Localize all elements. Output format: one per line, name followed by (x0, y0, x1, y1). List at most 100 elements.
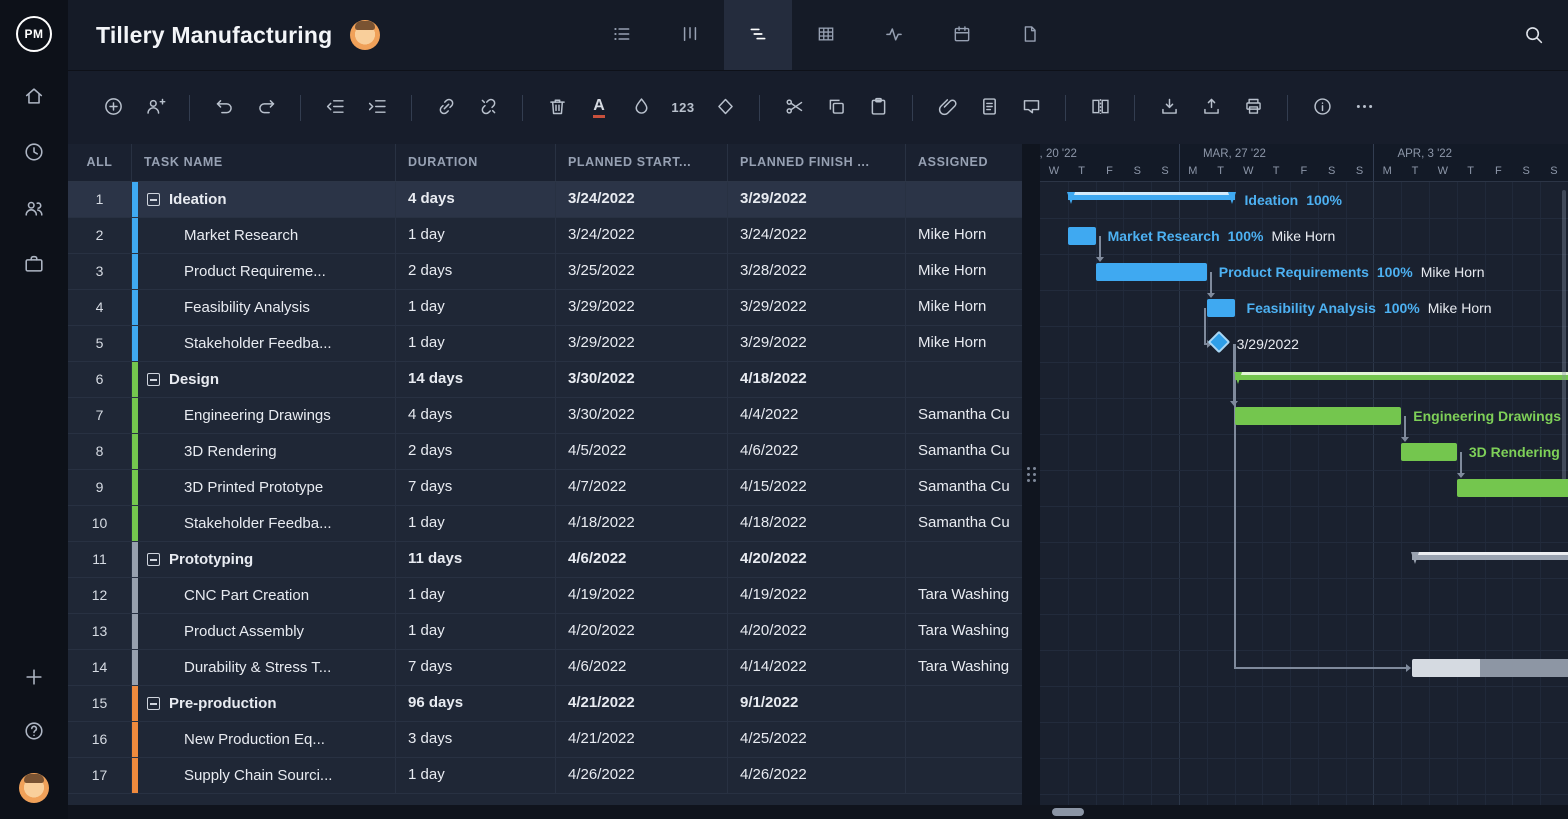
planned-start-cell[interactable]: 4/21/2022 (556, 722, 728, 757)
collapse-toggle-icon[interactable] (147, 553, 160, 566)
row-number[interactable]: 9 (68, 470, 132, 505)
sidebar-add-button[interactable] (21, 665, 47, 691)
unlink-tasks-button[interactable] (470, 90, 506, 126)
planned-start-cell[interactable]: 4/6/2022 (556, 542, 728, 577)
planned-start-cell[interactable]: 4/21/2022 (556, 686, 728, 721)
planned-finish-cell[interactable]: 4/14/2022 (728, 650, 906, 685)
planned-finish-cell[interactable]: 4/15/2022 (728, 470, 906, 505)
duration-cell[interactable]: 4 days (396, 182, 556, 217)
collapse-toggle-icon[interactable] (147, 697, 160, 710)
row-number[interactable]: 16 (68, 722, 132, 757)
duration-cell[interactable]: 2 days (396, 254, 556, 289)
more-options-button[interactable] (1346, 90, 1382, 126)
table-row[interactable]: 1Ideation4 days3/24/20223/29/2022 (68, 182, 1022, 218)
assigned-cell[interactable] (906, 758, 1022, 793)
gantt-task-bar[interactable] (1412, 659, 1568, 677)
assigned-cell[interactable]: Tara Washing (906, 578, 1022, 613)
row-number[interactable]: 3 (68, 254, 132, 289)
table-row[interactable]: 3Product Requireme...2 days3/25/20223/28… (68, 254, 1022, 290)
planned-finish-cell[interactable]: 4/18/2022 (728, 362, 906, 397)
assigned-cell[interactable]: Tara Washing (906, 650, 1022, 685)
print-button[interactable] (1235, 90, 1271, 126)
duration-cell[interactable]: 7 days (396, 470, 556, 505)
duration-cell[interactable]: 7 days (396, 650, 556, 685)
planned-start-cell[interactable]: 4/6/2022 (556, 650, 728, 685)
duration-cell[interactable]: 96 days (396, 686, 556, 721)
planned-finish-cell[interactable]: 9/1/2022 (728, 686, 906, 721)
redo-button[interactable] (248, 90, 284, 126)
gantt-task-bar[interactable] (1457, 479, 1568, 497)
duration-cell[interactable]: 4 days (396, 398, 556, 433)
collapse-toggle-icon[interactable] (147, 373, 160, 386)
task-name-cell[interactable]: New Production Eq... (132, 722, 396, 757)
table-row[interactable]: 7Engineering Drawings4 days3/30/20224/4/… (68, 398, 1022, 434)
planned-start-cell[interactable]: 4/26/2022 (556, 758, 728, 793)
row-number[interactable]: 4 (68, 290, 132, 325)
task-name-cell[interactable]: Design (132, 362, 396, 397)
pm-logo[interactable]: PM (16, 16, 52, 52)
project-owner-avatar[interactable] (350, 20, 380, 50)
duration-cell[interactable]: 1 day (396, 614, 556, 649)
assigned-cell[interactable] (906, 542, 1022, 577)
project-title[interactable]: Tillery Manufacturing (96, 22, 332, 49)
duration-cell[interactable]: 14 days (396, 362, 556, 397)
table-row[interactable]: 16New Production Eq...3 days4/21/20224/2… (68, 722, 1022, 758)
indent-button[interactable] (359, 90, 395, 126)
attachment-button[interactable] (929, 90, 965, 126)
planned-start-cell[interactable]: 3/29/2022 (556, 326, 728, 361)
column-header-start[interactable]: PLANNED START... (556, 144, 728, 181)
number-format-button[interactable]: 123 (665, 90, 701, 126)
table-row[interactable]: 6Design14 days3/30/20224/18/2022 (68, 362, 1022, 398)
row-number[interactable]: 2 (68, 218, 132, 253)
table-row[interactable]: 5Stakeholder Feedba...1 day3/29/20223/29… (68, 326, 1022, 362)
row-number[interactable]: 7 (68, 398, 132, 433)
task-name-cell[interactable]: Engineering Drawings (132, 398, 396, 433)
search-button[interactable] (1522, 24, 1544, 46)
delete-task-button[interactable] (539, 90, 575, 126)
row-number[interactable]: 11 (68, 542, 132, 577)
task-name-cell[interactable]: 3D Rendering (132, 434, 396, 469)
table-row[interactable]: 2Market Research1 day3/24/20223/24/2022M… (68, 218, 1022, 254)
gantt-summary-bar[interactable] (1068, 192, 1235, 200)
planned-finish-cell[interactable]: 4/19/2022 (728, 578, 906, 613)
planned-start-cell[interactable]: 4/19/2022 (556, 578, 728, 613)
column-header-finish[interactable]: PLANNED FINISH ... (728, 144, 906, 181)
row-number[interactable]: 1 (68, 182, 132, 217)
horizontal-scrollbar-thumb[interactable] (1052, 808, 1084, 816)
info-button[interactable] (1304, 90, 1340, 126)
horizontal-scrollbar-track[interactable] (68, 805, 1568, 819)
assigned-cell[interactable] (906, 362, 1022, 397)
notes-button[interactable] (971, 90, 1007, 126)
export-button[interactable] (1193, 90, 1229, 126)
view-tab-activity[interactable] (860, 0, 928, 70)
planned-finish-cell[interactable]: 3/29/2022 (728, 182, 906, 217)
task-name-cell[interactable]: Prototyping (132, 542, 396, 577)
planned-start-cell[interactable]: 3/25/2022 (556, 254, 728, 289)
row-number[interactable]: 12 (68, 578, 132, 613)
fill-color-button[interactable] (623, 90, 659, 126)
sidebar-help-button[interactable] (21, 719, 47, 745)
row-number[interactable]: 10 (68, 506, 132, 541)
sidebar-item-team[interactable] (21, 196, 47, 222)
row-number[interactable]: 6 (68, 362, 132, 397)
row-number[interactable]: 13 (68, 614, 132, 649)
duration-cell[interactable]: 2 days (396, 434, 556, 469)
assigned-cell[interactable]: Mike Horn (906, 326, 1022, 361)
assigned-cell[interactable]: Samantha Cu (906, 398, 1022, 433)
view-tab-calendar[interactable] (928, 0, 996, 70)
link-tasks-button[interactable] (428, 90, 464, 126)
collapse-toggle-icon[interactable] (147, 193, 160, 206)
columns-button[interactable] (1082, 90, 1118, 126)
row-number[interactable]: 14 (68, 650, 132, 685)
row-number[interactable]: 17 (68, 758, 132, 793)
copy-button[interactable] (818, 90, 854, 126)
view-tab-sheet[interactable] (792, 0, 860, 70)
planned-finish-cell[interactable]: 4/6/2022 (728, 434, 906, 469)
task-name-cell[interactable]: CNC Part Creation (132, 578, 396, 613)
view-tab-list[interactable] (588, 0, 656, 70)
planned-start-cell[interactable]: 3/30/2022 (556, 398, 728, 433)
gantt-summary-bar[interactable] (1412, 552, 1568, 560)
gantt-summary-bar[interactable] (1235, 372, 1568, 380)
planned-finish-cell[interactable]: 4/18/2022 (728, 506, 906, 541)
gantt-milestone[interactable] (1207, 331, 1230, 354)
